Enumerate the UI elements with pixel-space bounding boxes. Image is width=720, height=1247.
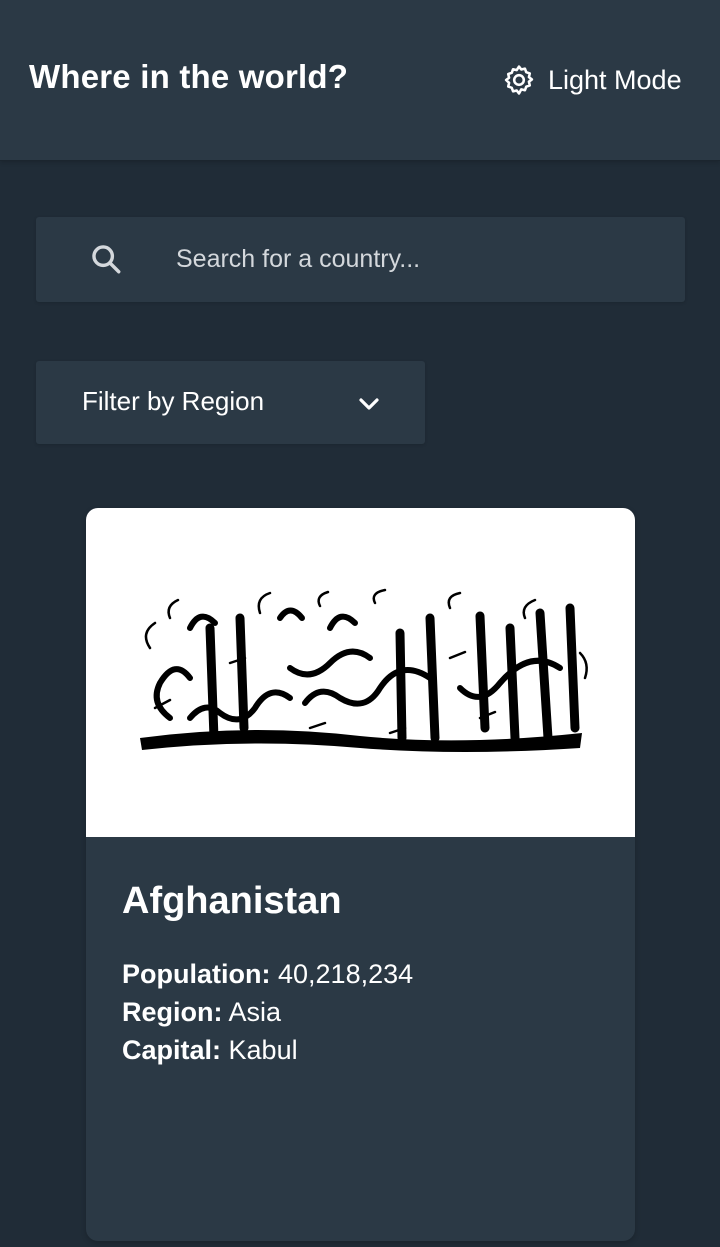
country-card[interactable]: Afghanistan Population: 40,218,234 Regio… bbox=[86, 508, 635, 1241]
country-flag-image bbox=[86, 508, 635, 837]
population-value: 40,218,234 bbox=[278, 959, 414, 989]
region-row: Region: Asia bbox=[122, 997, 281, 1028]
search-icon[interactable] bbox=[89, 242, 123, 276]
capital-label: Capital: bbox=[122, 1035, 222, 1065]
region-value: Asia bbox=[228, 997, 282, 1027]
theme-toggle-button[interactable]: Light Mode bbox=[502, 62, 682, 98]
capital-value: Kabul bbox=[228, 1035, 298, 1065]
chevron-down-icon bbox=[359, 398, 379, 410]
search-input[interactable] bbox=[176, 236, 656, 282]
capital-row: Capital: Kabul bbox=[122, 1035, 298, 1066]
population-label: Population: bbox=[122, 959, 271, 989]
region-filter-label: Filter by Region bbox=[82, 386, 265, 416]
theme-toggle-label: Light Mode bbox=[548, 64, 682, 95]
flag-calligraphy bbox=[140, 588, 588, 752]
region-filter-dropdown[interactable]: Filter by Region bbox=[36, 361, 425, 444]
population-row: Population: 40,218,234 bbox=[122, 959, 413, 990]
gear-icon bbox=[504, 65, 534, 95]
site-title: Where in the world? bbox=[29, 58, 349, 95]
region-label: Region: bbox=[122, 997, 223, 1027]
country-name: Afghanistan bbox=[122, 880, 342, 922]
app-header: Where in the world? Light Mode bbox=[0, 0, 720, 161]
